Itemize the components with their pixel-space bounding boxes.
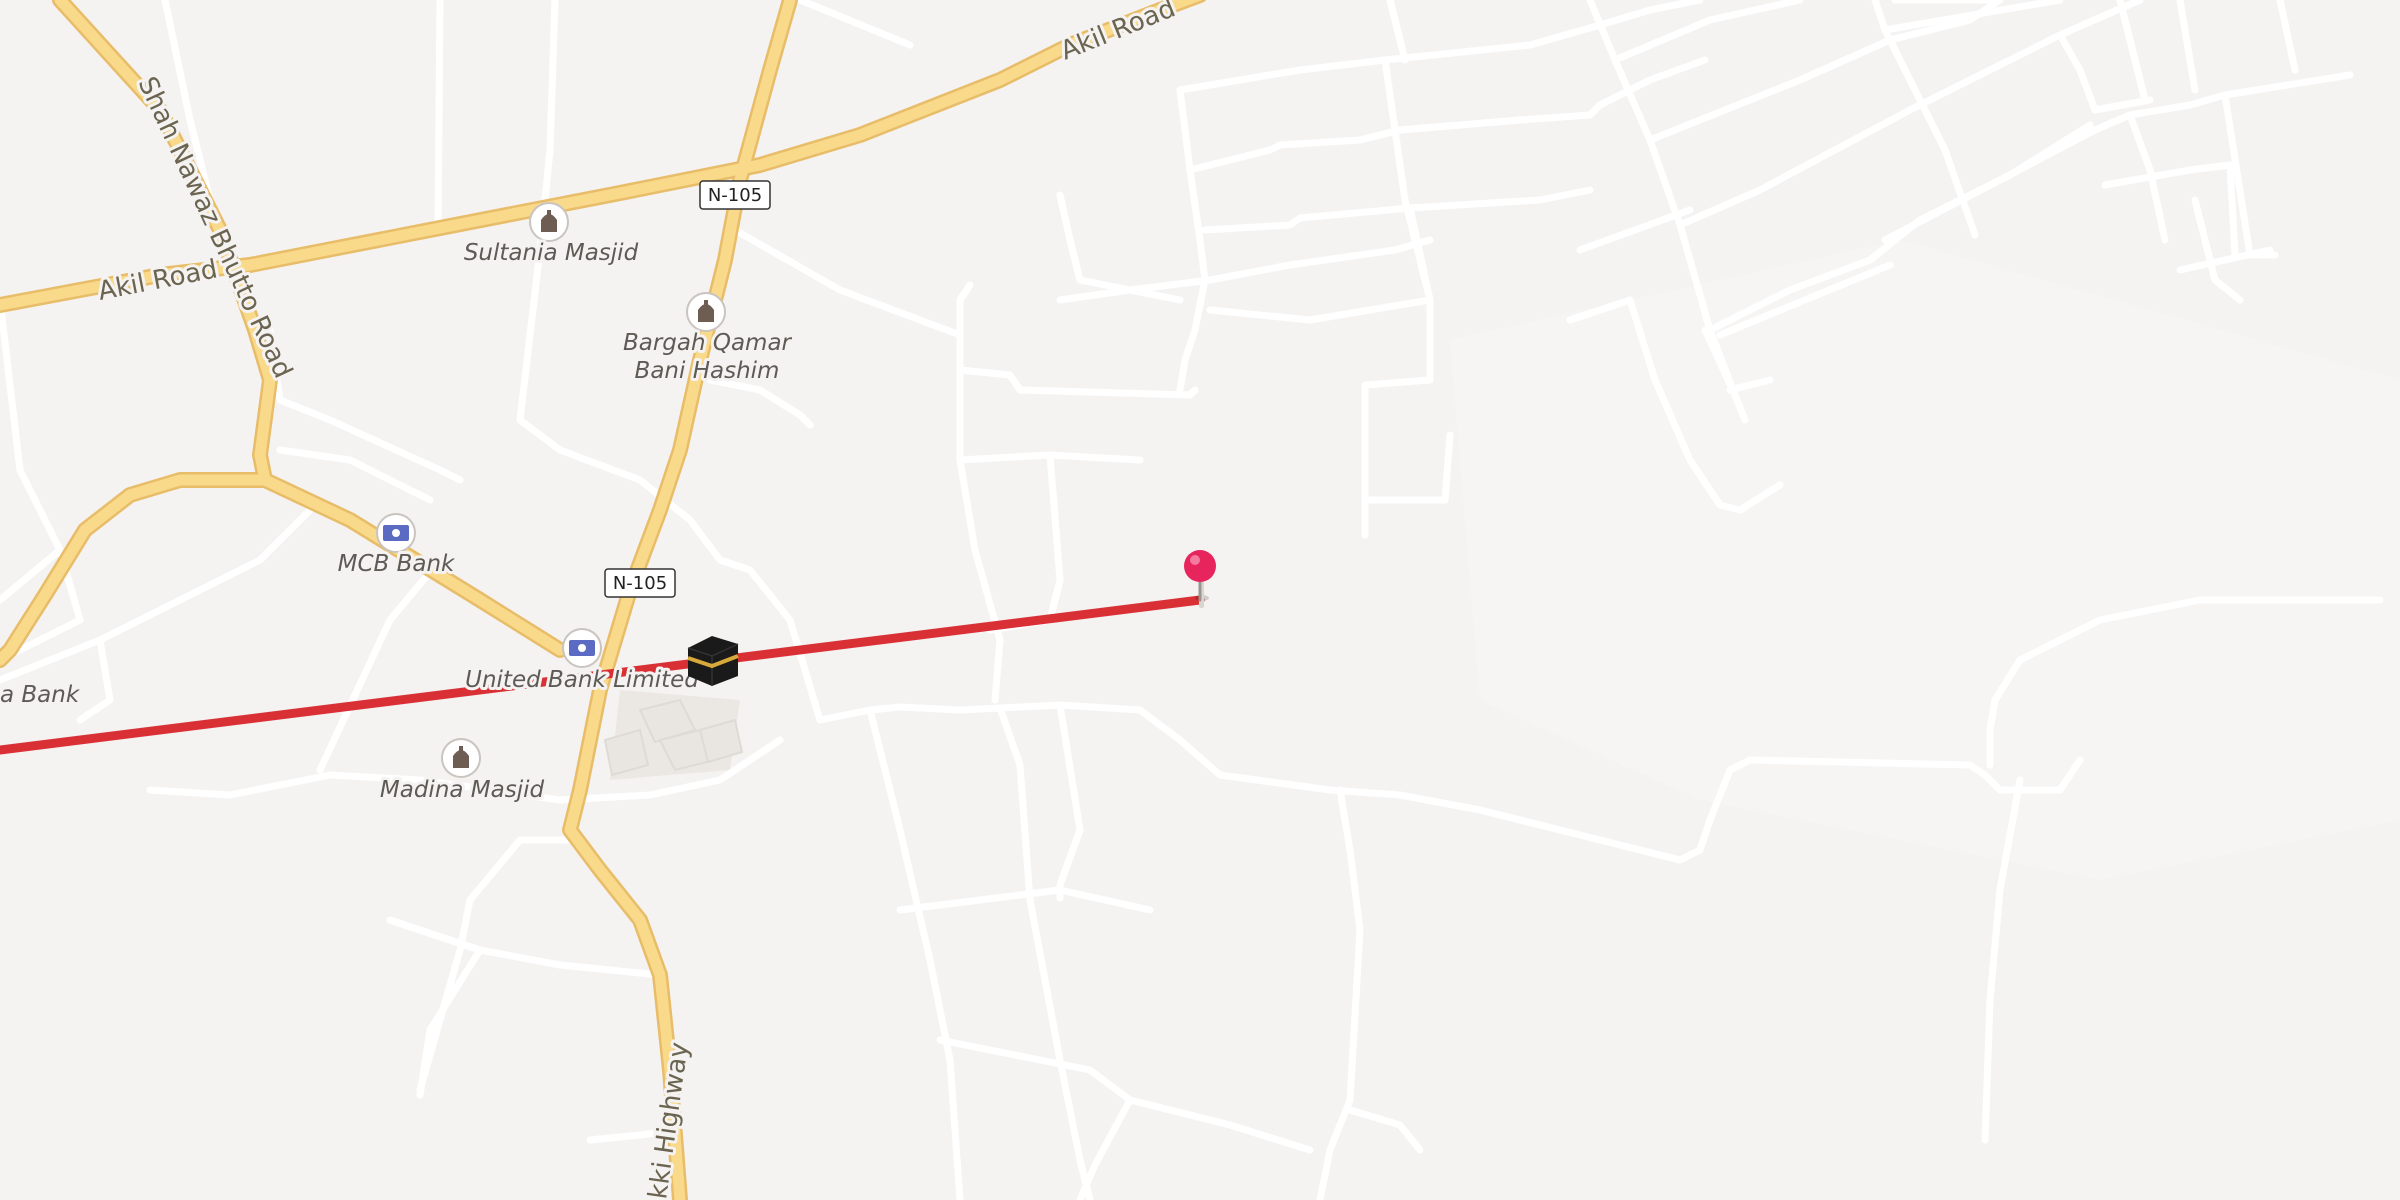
- bank-icon: [562, 628, 602, 668]
- poi-label-bargah-line2: Bani Hashim: [635, 358, 780, 384]
- poi-label-bargah-line1: Bargah Qamar: [623, 330, 793, 356]
- bank-icon: [376, 513, 416, 553]
- mosque-icon: [529, 202, 569, 242]
- mosque-icon: [686, 292, 726, 332]
- poi-label-mcb-bank: MCB Bank: [338, 551, 456, 577]
- svg-text:N-105: N-105: [613, 573, 667, 594]
- poi-label-sultania-masjid: Sultania Masjid: [464, 240, 639, 266]
- map-canvas[interactable]: Akil Road Akil Road Shah Nawaz Bhutto Ro…: [0, 0, 2400, 1200]
- poi-label-madina-masjid: Madina Masjid: [380, 777, 545, 803]
- mosque-icon: [441, 738, 481, 778]
- highway-shield-n105-north: N-105: [699, 180, 771, 210]
- svg-text:N-105: N-105: [708, 185, 762, 206]
- poi-label-united-bank-limited: United Bank Limited: [465, 667, 699, 693]
- poi-label-partial-bank[interactable]: a Bank: [0, 679, 84, 711]
- highway-shield-n105-south: N-105: [604, 568, 676, 598]
